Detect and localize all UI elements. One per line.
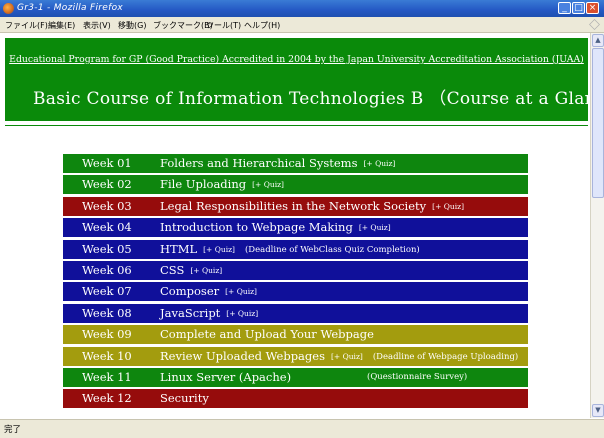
menu-bar: ファイル(F) 編集(E) 表示(V) 移動(G) ブックマーク(B) ツール(… bbox=[0, 17, 604, 33]
week-list: Week 01 Folders and Hierarchical Systems [… bbox=[63, 154, 528, 411]
menu-go[interactable]: 移動(G) bbox=[118, 20, 146, 31]
maximize-button[interactable]: □ bbox=[572, 2, 585, 14]
topic-link[interactable]: Linux Server (Apache) bbox=[160, 370, 291, 384]
quiz-link[interactable]: [+ Quiz] bbox=[203, 245, 235, 254]
topic-link[interactable]: Review Uploaded Webpages bbox=[160, 349, 325, 363]
week-topic: Review Uploaded Webpages [+ Quiz] (Deadlin… bbox=[160, 349, 518, 363]
close-button[interactable]: × bbox=[586, 2, 599, 14]
week-label: Week 04 bbox=[82, 220, 132, 235]
topic-link[interactable]: Introduction to Webpage Making bbox=[160, 220, 353, 234]
week-row: Week 07 Composer [+ Quiz] bbox=[63, 282, 528, 302]
week-row: Week 06 CSS [+ Quiz] bbox=[63, 260, 528, 280]
week-row: Week 01 Folders and Hierarchical Systems [… bbox=[63, 154, 528, 173]
week-topic: Legal Responsibilities in the Network So… bbox=[160, 199, 464, 213]
menu-bookmarks[interactable]: ブックマーク(B) bbox=[153, 20, 213, 31]
course-header: Educational Program for GP (Good Practic… bbox=[5, 38, 590, 121]
topic-link[interactable]: Folders and Hierarchical Systems bbox=[160, 156, 357, 170]
survey-note: (Questionnaire Survey) bbox=[367, 371, 468, 382]
menu-file[interactable]: ファイル(F) bbox=[5, 20, 48, 31]
week-label: Week 10 bbox=[82, 348, 132, 363]
week-label: Week 02 bbox=[82, 177, 132, 192]
minimize-button[interactable]: _ bbox=[558, 2, 571, 14]
scroll-thumb[interactable] bbox=[592, 48, 604, 198]
week-label: Week 06 bbox=[82, 262, 132, 277]
topic-link[interactable]: HTML bbox=[160, 242, 197, 256]
quiz-link[interactable]: [+ Quiz] bbox=[252, 180, 284, 189]
topic-link[interactable]: CSS bbox=[160, 263, 184, 277]
throbber-icon bbox=[589, 19, 600, 30]
week-topic: Complete and Upload Your Webpage bbox=[160, 327, 374, 341]
menu-tools[interactable]: ツール(T) bbox=[206, 20, 241, 31]
week-topic: Composer [+ Quiz] bbox=[160, 284, 257, 298]
quiz-link[interactable]: [+ Quiz] bbox=[331, 352, 363, 361]
week-row: Week 08 JavaScript [+ Quiz] bbox=[63, 303, 528, 323]
page-content: Educational Program for GP (Good Practic… bbox=[0, 33, 590, 418]
page-title: Basic Course of Information Technologies… bbox=[33, 89, 590, 109]
week-label: Week 09 bbox=[82, 327, 132, 342]
week-topic: Security bbox=[160, 391, 209, 405]
accreditation-link[interactable]: Educational Program for GP (Good Practic… bbox=[5, 54, 588, 65]
week-topic: Introduction to Webpage Making [+ Quiz] bbox=[160, 220, 391, 234]
firefox-icon bbox=[3, 3, 14, 14]
week-row: Week 05 HTML [+ Quiz] (Deadline of WebClass… bbox=[63, 239, 528, 259]
week-row: Week 09 Complete and Upload Your Webpage bbox=[63, 325, 528, 345]
week-topic: JavaScript [+ Quiz] bbox=[160, 306, 258, 320]
week-topic: Folders and Hierarchical Systems [+ Quiz] bbox=[160, 156, 395, 170]
week-label: Week 03 bbox=[82, 198, 132, 213]
divider bbox=[5, 125, 588, 126]
week-label: Week 11 bbox=[82, 369, 132, 384]
week-row: Week 12 Security bbox=[63, 389, 528, 409]
week-label: Week 08 bbox=[82, 305, 132, 320]
topic-link[interactable]: Security bbox=[160, 391, 209, 405]
quiz-link[interactable]: [+ Quiz] bbox=[432, 202, 464, 211]
menu-edit[interactable]: 編集(E) bbox=[48, 20, 75, 31]
week-label: Week 01 bbox=[82, 156, 132, 170]
quiz-link[interactable]: [+ Quiz] bbox=[359, 223, 391, 232]
topic-link[interactable]: Legal Responsibilities in the Network So… bbox=[160, 199, 426, 213]
status-bar: 完了 bbox=[0, 419, 604, 438]
quiz-link[interactable]: [+ Quiz] bbox=[190, 266, 222, 275]
scroll-up-arrow-icon[interactable]: ▲ bbox=[592, 34, 604, 47]
menu-view[interactable]: 表示(V) bbox=[83, 20, 111, 31]
week-topic: HTML [+ Quiz] (Deadline of WebClass Quiz C… bbox=[160, 242, 420, 256]
week-label: Week 05 bbox=[82, 241, 132, 256]
week-row: Week 03 Legal Responsibilities in the Net… bbox=[63, 196, 528, 216]
week-label: Week 07 bbox=[82, 284, 132, 299]
week-row: Week 11 Linux Server (Apache) (Questionnai… bbox=[63, 367, 528, 387]
topic-link[interactable]: File Uploading bbox=[160, 177, 246, 191]
topic-link[interactable]: Complete and Upload Your Webpage bbox=[160, 327, 374, 341]
week-row: Week 02 File Uploading [+ Quiz] bbox=[63, 175, 528, 195]
vertical-scrollbar[interactable]: ▲ ▼ bbox=[590, 33, 604, 418]
deadline-note: (Deadline of WebClass Quiz Completion) bbox=[244, 244, 420, 255]
menu-help[interactable]: ヘルプ(H) bbox=[244, 20, 280, 31]
week-row: Week 10 Review Uploaded Webpages [+ Quiz] (… bbox=[63, 346, 528, 366]
status-text: 完了 bbox=[4, 425, 22, 435]
window-title: Gr3-1 - Mozilla Firefox bbox=[17, 3, 124, 13]
topic-link[interactable]: Composer bbox=[160, 284, 219, 298]
week-topic: Linux Server (Apache) bbox=[160, 370, 291, 384]
topic-link[interactable]: JavaScript bbox=[160, 306, 220, 320]
week-label: Week 12 bbox=[82, 391, 132, 406]
scroll-down-arrow-icon[interactable]: ▼ bbox=[592, 404, 604, 417]
week-topic: File Uploading [+ Quiz] bbox=[160, 177, 284, 191]
quiz-link[interactable]: [+ Quiz] bbox=[226, 309, 258, 318]
week-row: Week 04 Introduction to Webpage Making [+ … bbox=[63, 218, 528, 238]
week-topic: CSS [+ Quiz] bbox=[160, 263, 222, 277]
window-title-bar: Gr3-1 - Mozilla Firefox _ □ × bbox=[0, 0, 604, 17]
deadline-note: (Deadline of Webpage Uploading) bbox=[372, 351, 519, 362]
quiz-link[interactable]: [+ Quiz] bbox=[225, 287, 257, 296]
quiz-link[interactable]: [+ Quiz] bbox=[363, 159, 395, 168]
